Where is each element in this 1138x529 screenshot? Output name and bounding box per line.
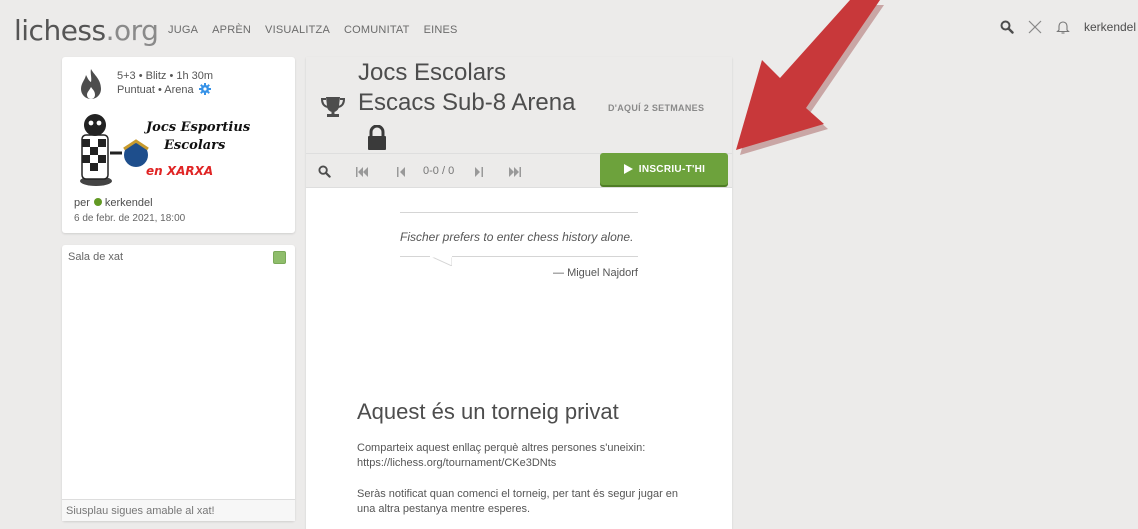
nav-item-play[interactable]: JUGA xyxy=(168,24,198,36)
logo-text-1: Jocs Esportius xyxy=(143,120,251,135)
tournament-main-panel: Jocs Escolars Escacs Sub-8 Arena D'AQUÍ … xyxy=(306,57,732,529)
play-icon xyxy=(623,164,633,174)
share-link-text: Comparteix aquest enllaç perquè altres p… xyxy=(357,442,646,469)
setup-line-mode: Puntuat • Arena xyxy=(117,83,213,97)
tournament-header: Jocs Escolars Escacs Sub-8 Arena D'AQUÍ … xyxy=(306,57,732,153)
team-logo-image: Jocs Esportius Escolars en XARXA xyxy=(80,114,251,186)
top-right-tools: kerkendel xyxy=(1000,20,1138,34)
quote-text: Fischer prefers to enter chess history a… xyxy=(400,230,634,244)
private-tournament-title: Aquest és un torneig privat xyxy=(357,399,619,424)
setup-line-clock: 5+3 • Blitz • 1h 30m xyxy=(117,70,214,82)
quote-block: Fischer prefers to enter chess history a… xyxy=(400,212,638,279)
creator-link[interactable]: kerkendel xyxy=(105,197,153,209)
lock-icon xyxy=(368,125,386,150)
tournament-setup: 5+3 • Blitz • 1h 30m Puntuat • Arena xyxy=(117,69,213,97)
user-menu[interactable]: kerkendel xyxy=(1084,20,1136,34)
chat-panel: Sala de xat Siusplau sigues amable al xa… xyxy=(62,245,295,521)
nav-item-community[interactable]: COMUNITAT xyxy=(344,24,410,36)
trophy-icon xyxy=(320,97,346,117)
join-tournament-button[interactable]: INSCRIU-T'HI xyxy=(600,153,728,185)
site-logo[interactable]: lichess.org xyxy=(14,14,159,47)
first-page-icon[interactable] xyxy=(356,167,368,177)
logo-text-2: Escolars xyxy=(163,138,226,153)
by-label: per xyxy=(74,197,90,209)
setup-mode-text: Puntuat • Arena xyxy=(117,84,194,96)
next-page-icon[interactable] xyxy=(474,167,483,177)
tournament-date: 6 de febr. de 2021, 18:00 xyxy=(74,213,186,224)
tournament-info-card: 5+3 • Blitz • 1h 30m Puntuat • Arena Joc… xyxy=(62,57,295,233)
creator-line: per kerkendel xyxy=(74,197,153,209)
chat-title: Sala de xat xyxy=(68,251,124,263)
main-nav: JUGA APRÈN VISUALITZA COMUNITAT EINES xyxy=(168,24,472,36)
chat-input[interactable]: Siusplau sigues amable al xat! xyxy=(62,499,295,521)
logo-text-3: en XARXA xyxy=(146,164,213,178)
search-players-icon[interactable] xyxy=(318,165,331,178)
last-page-icon[interactable] xyxy=(509,167,521,177)
chat-toggle-checkbox[interactable] xyxy=(273,251,286,264)
nav-item-watch[interactable]: VISUALITZA xyxy=(265,24,330,36)
notification-text: Seràs notificat quan comenci el torneig,… xyxy=(357,488,679,515)
quote-author: — Miguel Najdorf xyxy=(553,267,638,279)
logo-main: lichess xyxy=(14,14,106,47)
annotation-arrow xyxy=(736,0,884,155)
previous-page-icon[interactable] xyxy=(397,167,406,177)
join-button-label: INSCRIU-T'HI xyxy=(638,163,706,175)
page-indicator: 0-0 / 0 xyxy=(423,165,455,177)
nav-item-tools[interactable]: EINES xyxy=(424,24,458,36)
bell-icon[interactable] xyxy=(1056,20,1070,34)
quote-notch xyxy=(430,256,452,266)
starts-in-label: D'AQUÍ 2 SETMANES xyxy=(608,103,705,113)
tournament-title-line-1: Jocs Escolars xyxy=(358,59,507,86)
blitz-flame-icon xyxy=(81,69,101,99)
top-bar: lichess.org JUGA APRÈN VISUALITZA COMUNI… xyxy=(0,0,1138,58)
nav-item-learn[interactable]: APRÈN xyxy=(212,24,251,36)
online-status-dot xyxy=(93,198,102,206)
gear-icon[interactable] xyxy=(198,83,211,95)
search-icon[interactable] xyxy=(1000,20,1014,34)
quote-top-rule xyxy=(400,212,638,213)
swords-icon[interactable] xyxy=(1028,20,1042,34)
quote-bottom-rule xyxy=(400,256,638,266)
logo-tld: .org xyxy=(105,14,159,47)
tournament-title-line-2: Escacs Sub-8 Arena xyxy=(358,89,576,116)
